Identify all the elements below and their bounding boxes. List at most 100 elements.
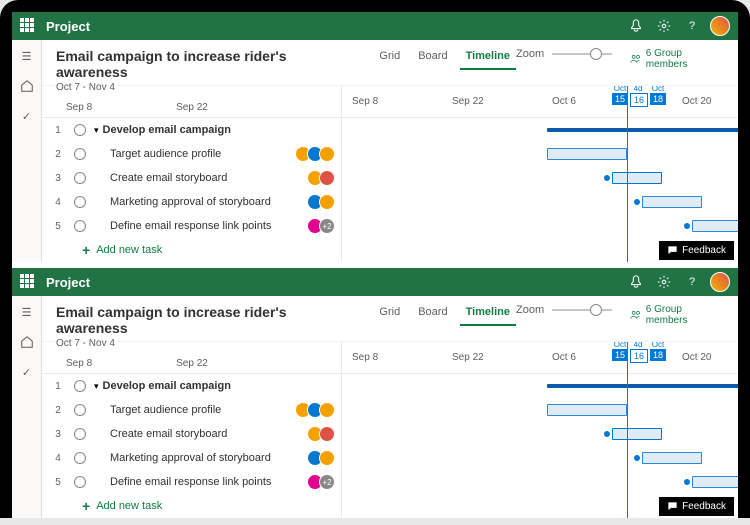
complete-toggle[interactable] xyxy=(74,404,86,416)
complete-toggle[interactable] xyxy=(74,196,86,208)
gantt-row xyxy=(342,422,738,446)
task-name: Develop email campaign xyxy=(103,380,231,392)
assignees[interactable] xyxy=(311,170,335,186)
gear-icon[interactable] xyxy=(652,270,676,294)
timescale-tick: Sep 8 xyxy=(352,352,378,363)
summary-bar[interactable] xyxy=(547,128,738,132)
help-icon[interactable]: ? xyxy=(680,14,704,38)
assignee-avatar[interactable] xyxy=(319,146,335,162)
group-members-link[interactable]: 6 Group members xyxy=(630,48,724,70)
dependency-dot xyxy=(634,199,640,205)
task-bar[interactable] xyxy=(642,452,702,464)
complete-toggle[interactable] xyxy=(74,428,86,440)
task-row[interactable]: 3Create email storyboard xyxy=(42,422,341,446)
assignees[interactable] xyxy=(299,146,335,162)
home-icon[interactable] xyxy=(17,334,37,350)
app-header: Project ? xyxy=(12,268,738,296)
waffle-icon[interactable] xyxy=(20,274,36,290)
task-bar[interactable] xyxy=(547,404,627,416)
home-icon[interactable] xyxy=(17,78,37,94)
complete-toggle[interactable] xyxy=(74,380,86,392)
task-bar[interactable] xyxy=(547,148,627,160)
task-row[interactable]: 4Marketing approval of storyboard xyxy=(42,446,341,470)
task-name: Marketing approval of storyboard xyxy=(110,196,271,208)
gantt-row xyxy=(342,374,738,398)
zoom-control[interactable]: Zoom xyxy=(516,304,612,316)
gantt-row xyxy=(342,446,738,470)
tab-timeline[interactable]: Timeline xyxy=(460,48,516,70)
waffle-icon[interactable] xyxy=(20,18,36,34)
user-avatar[interactable] xyxy=(710,272,730,292)
assignee-avatar[interactable] xyxy=(319,402,335,418)
check-icon[interactable]: ✓ xyxy=(17,108,37,124)
menu-icon[interactable]: ☰ xyxy=(17,48,37,64)
task-bar[interactable] xyxy=(692,476,738,488)
assignees[interactable] xyxy=(311,426,335,442)
zoom-control[interactable]: Zoom xyxy=(516,48,612,60)
assignee-overflow[interactable]: +2 xyxy=(319,474,335,490)
complete-toggle[interactable] xyxy=(74,452,86,464)
date-badge-group: Oct154d16Oct18 xyxy=(612,342,666,363)
tab-board[interactable]: Board xyxy=(412,48,453,70)
tab-grid[interactable]: Grid xyxy=(373,304,406,326)
zoom-slider[interactable] xyxy=(552,309,612,311)
task-row[interactable]: 1▾Develop email campaign xyxy=(42,118,341,142)
task-row[interactable]: 3Create email storyboard xyxy=(42,166,341,190)
expand-caret[interactable]: ▾ xyxy=(94,381,99,392)
task-bar[interactable] xyxy=(612,172,662,184)
complete-toggle[interactable] xyxy=(74,124,86,136)
assignee-avatar[interactable] xyxy=(319,170,335,186)
complete-toggle[interactable] xyxy=(74,220,86,232)
complete-toggle[interactable] xyxy=(74,172,86,184)
task-row[interactable]: 2Target audience profile xyxy=(42,398,341,422)
task-bar[interactable] xyxy=(692,220,738,232)
assignees[interactable]: +2 xyxy=(311,218,335,234)
assignees[interactable] xyxy=(311,450,335,466)
add-task-button[interactable]: + Add new task xyxy=(42,494,341,518)
assignees[interactable] xyxy=(311,194,335,210)
assignees[interactable] xyxy=(299,402,335,418)
assignee-avatar[interactable] xyxy=(319,450,335,466)
feedback-button[interactable]: Feedback xyxy=(659,497,734,516)
task-name: Create email storyboard xyxy=(110,172,227,184)
summary-bar[interactable] xyxy=(547,384,738,388)
bell-icon[interactable] xyxy=(624,270,648,294)
task-row[interactable]: 1▾Develop email campaign xyxy=(42,374,341,398)
add-task-button[interactable]: + Add new task xyxy=(42,238,341,262)
help-icon[interactable]: ? xyxy=(680,270,704,294)
tab-board[interactable]: Board xyxy=(412,304,453,326)
complete-toggle[interactable] xyxy=(74,476,86,488)
task-row[interactable]: 4Marketing approval of storyboard xyxy=(42,190,341,214)
task-name: Develop email campaign xyxy=(103,124,231,136)
task-name: Create email storyboard xyxy=(110,428,227,440)
command-bar: Email campaign to increase rider's aware… xyxy=(42,296,738,342)
task-row[interactable]: 5Define email response link points+2 xyxy=(42,470,341,494)
chat-icon xyxy=(667,501,678,512)
expand-caret[interactable]: ▾ xyxy=(94,125,99,136)
group-members-link[interactable]: 6 Group members xyxy=(630,304,724,326)
row-number: 5 xyxy=(50,477,66,488)
assignee-avatar[interactable] xyxy=(319,426,335,442)
tab-grid[interactable]: Grid xyxy=(373,48,406,70)
task-bar[interactable] xyxy=(612,428,662,440)
feedback-button[interactable]: Feedback xyxy=(659,241,734,260)
gantt-row xyxy=(342,470,738,494)
assignees[interactable]: +2 xyxy=(311,474,335,490)
menu-icon[interactable]: ☰ xyxy=(17,304,37,320)
gear-icon[interactable] xyxy=(652,14,676,38)
assignee-avatar[interactable] xyxy=(319,194,335,210)
task-bar[interactable] xyxy=(642,196,702,208)
zoom-slider[interactable] xyxy=(552,53,612,55)
app-title: Project xyxy=(46,19,90,34)
check-icon[interactable]: ✓ xyxy=(17,364,37,380)
task-row[interactable]: 5Define email response link points+2 xyxy=(42,214,341,238)
task-row[interactable]: 2Target audience profile xyxy=(42,142,341,166)
gantt-row xyxy=(342,142,738,166)
user-avatar[interactable] xyxy=(710,16,730,36)
bell-icon[interactable] xyxy=(624,14,648,38)
tab-timeline[interactable]: Timeline xyxy=(460,304,516,326)
assignee-overflow[interactable]: +2 xyxy=(319,218,335,234)
timescale-tick: Sep 22 xyxy=(452,352,484,363)
complete-toggle[interactable] xyxy=(74,148,86,160)
zoom-label: Zoom xyxy=(516,48,544,60)
